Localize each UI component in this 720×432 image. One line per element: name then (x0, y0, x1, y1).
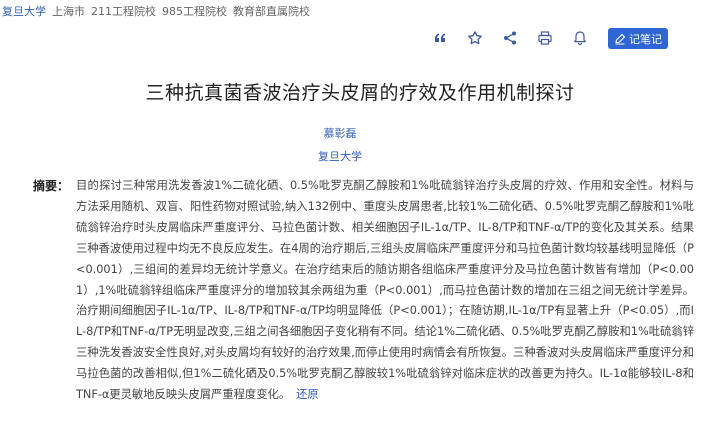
institution-link[interactable]: 复旦大学 (2, 3, 46, 19)
abstract-text-block: 目的探讨三种常用洗发香波1%二硫化硒、0.5%吡罗克酮乙醇胺和1%吡硫翁锌治疗头… (76, 176, 694, 406)
bell-icon[interactable] (571, 29, 589, 47)
take-note-button[interactable]: 记笔记 (608, 28, 668, 49)
share-icon[interactable] (501, 29, 519, 47)
quote-icon[interactable] (431, 29, 449, 47)
print-icon[interactable] (536, 29, 554, 47)
article-title: 三种抗真菌香波治疗头皮屑的疗效及作用机制探讨 (145, 82, 575, 104)
pencil-icon (615, 33, 626, 44)
abstract-body: 目的探讨三种常用洗发香波1%二硫化硒、0.5%吡罗克酮乙醇胺和1%吡硫翁锌治疗头… (76, 179, 694, 402)
institution-tag: 教育部直属院校 (233, 5, 310, 18)
institution-bar: 复旦大学 上海市 211工程院校 985工程院校 教育部直属院校 (0, 0, 720, 22)
take-note-label: 记笔记 (629, 32, 662, 46)
institution-tag: 985工程院校 (162, 5, 227, 18)
institution-tag: 上海市 (52, 5, 85, 18)
affiliation-link[interactable]: 复旦大学 (0, 148, 680, 164)
collapse-link[interactable]: 还原 (296, 388, 319, 401)
author-link[interactable]: 慕彰磊 (0, 125, 680, 141)
star-icon[interactable] (466, 29, 484, 47)
abstract-label: 摘要： (33, 179, 70, 193)
article-toolbar (431, 29, 606, 47)
institution-tag: 211工程院校 (91, 5, 156, 18)
